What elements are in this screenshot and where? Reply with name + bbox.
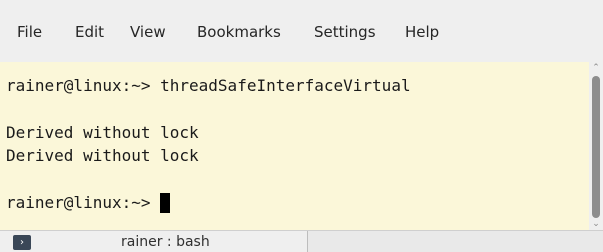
menu-edit[interactable]: Edit xyxy=(75,23,104,41)
vertical-scrollbar[interactable]: ⌃ ⌄ xyxy=(589,62,603,230)
scrollbar-thumb[interactable] xyxy=(592,76,600,218)
text-cursor xyxy=(160,193,171,213)
terminal-line: Derived without lock xyxy=(6,146,199,165)
scroll-up-icon[interactable]: ⌃ xyxy=(591,63,601,73)
terminal-icon: › xyxy=(13,235,31,250)
scroll-down-icon[interactable]: ⌄ xyxy=(591,219,601,229)
menu-bookmarks[interactable]: Bookmarks xyxy=(197,23,281,41)
tab-session[interactable]: › rainer : bash xyxy=(0,231,308,252)
menu-bar: File Edit View Bookmarks Settings Help xyxy=(0,0,603,62)
terminal-line: Derived without lock xyxy=(6,123,199,142)
menu-help[interactable]: Help xyxy=(405,23,439,41)
terminal-line: rainer@linux:~> threadSafeInterfaceVirtu… xyxy=(6,76,411,95)
terminal-prompt-line: rainer@linux:~> xyxy=(6,193,171,213)
terminal-output[interactable]: rainer@linux:~> threadSafeInterfaceVirtu… xyxy=(0,62,589,230)
menu-settings[interactable]: Settings xyxy=(314,23,376,41)
menu-view[interactable]: View xyxy=(130,23,166,41)
tab-label: rainer : bash xyxy=(121,234,210,250)
terminal-prompt: rainer@linux:~> xyxy=(6,193,161,212)
tab-bar: › rainer : bash xyxy=(0,230,603,252)
menu-file[interactable]: File xyxy=(17,23,42,41)
